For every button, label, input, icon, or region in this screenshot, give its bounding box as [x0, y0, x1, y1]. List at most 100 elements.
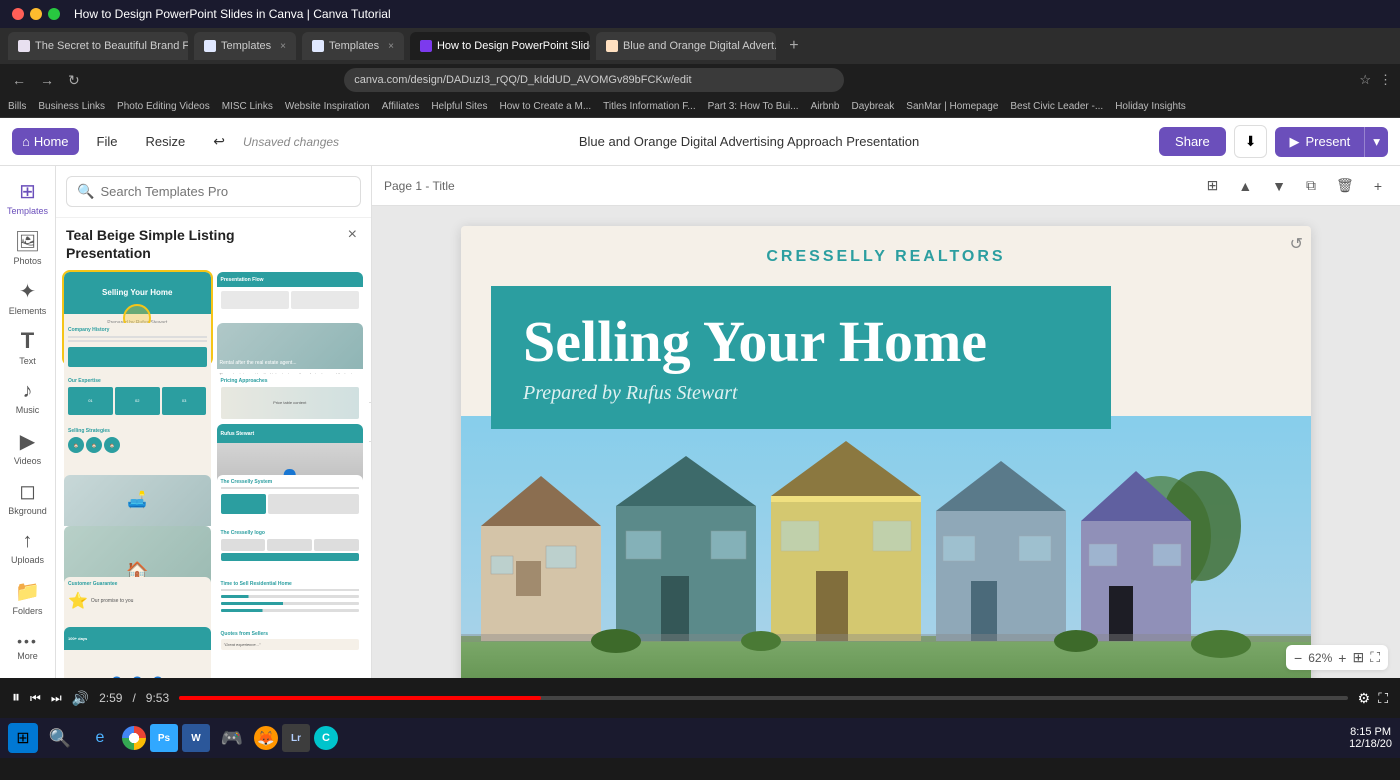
present-button-group: ▶ Present ▾	[1275, 127, 1388, 157]
taskbar-item-lr[interactable]: Lr	[282, 724, 310, 752]
home-menu-button[interactable]: ⌂ Home	[12, 128, 79, 155]
templates-icon: ⊞	[19, 179, 36, 204]
sidebar-item-elements[interactable]: ✦ Elements	[4, 274, 52, 320]
bookmark-photo-editing[interactable]: Photo Editing Videos	[117, 101, 210, 112]
bookmark-best-civic[interactable]: Best Civic Leader -...	[1010, 101, 1103, 112]
zoom-out-button[interactable]: −	[1294, 650, 1302, 666]
prev-button[interactable]: ⏮	[30, 691, 41, 706]
resize-label: Resize	[146, 134, 186, 149]
browser-tab-2[interactable]: Templates ×	[194, 32, 296, 60]
taskbar-item-chrome[interactable]	[122, 726, 146, 750]
slide-content: CRESSELLY REALTORS Selling Your Home Pre…	[461, 226, 1311, 678]
new-tab-button[interactable]: +	[782, 34, 806, 58]
search-icon: 🔍	[77, 183, 94, 200]
music-icon: ♪	[23, 380, 33, 403]
taskbar-item-ps[interactable]: Ps	[150, 724, 178, 752]
template-thumb-16[interactable]: Quotes from Sellers "Great experience...…	[217, 627, 364, 678]
browser-menu-icon[interactable]: ⋮	[1379, 72, 1392, 88]
video-fullscreen-button[interactable]: ⛶	[1378, 690, 1388, 707]
present-button[interactable]: ▶ Present	[1275, 127, 1364, 157]
video-settings-button[interactable]: ⚙	[1358, 690, 1371, 707]
window-controls[interactable]	[12, 8, 60, 20]
search-input[interactable]	[100, 184, 350, 199]
taskbar-item-firefox[interactable]: 🦊	[254, 726, 278, 750]
copy-page-button[interactable]: ⧉	[1300, 173, 1322, 198]
arrow-up-button[interactable]: ▲	[1232, 174, 1258, 198]
resize-menu-button[interactable]: Resize	[136, 128, 196, 155]
tab-2-close[interactable]: ×	[280, 41, 286, 52]
bookmark-part3[interactable]: Part 3: How To Bui...	[708, 101, 799, 112]
delete-page-button[interactable]: 🗑	[1330, 173, 1360, 198]
browser-tab-5[interactable]: Blue and Orange Digital Advert... ×	[596, 32, 776, 60]
minimize-window-btn[interactable]	[30, 8, 42, 20]
sidebar-item-photos[interactable]: 🖼 Photos	[4, 224, 52, 270]
taskbar-item-steam[interactable]: 🎮	[214, 720, 250, 756]
sidebar-item-more[interactable]: ••• More	[4, 624, 52, 670]
bookmark-misc-links[interactable]: MISC Links	[222, 101, 273, 112]
volume-button[interactable]: 🔊	[72, 690, 89, 707]
sidebar-item-templates[interactable]: ⊞ Templates	[4, 174, 52, 220]
forward-button[interactable]: →	[36, 70, 58, 90]
download-button[interactable]: ⬇	[1234, 125, 1268, 158]
fullscreen-button[interactable]: ⛶	[1370, 649, 1380, 666]
taskbar-item-canva[interactable]: C	[314, 726, 338, 750]
tab-3-close[interactable]: ×	[388, 41, 394, 52]
bookmark-affiliates[interactable]: Affiliates	[382, 101, 420, 112]
bookmark-holiday[interactable]: Holiday Insights	[1115, 101, 1186, 112]
page-1-label: Page 1 - Title	[384, 179, 1193, 193]
back-button[interactable]: ←	[8, 70, 30, 90]
bookmark-titles-info[interactable]: Titles Information F...	[603, 101, 695, 112]
sidebar-item-music[interactable]: ♪ Music	[4, 374, 52, 420]
zoom-in-button[interactable]: +	[1338, 650, 1346, 666]
top-menu-bar: ⌂ Home File Resize ↩ Unsaved changes Blu…	[0, 118, 1400, 166]
taskbar-item-search[interactable]: 🔍	[42, 720, 78, 756]
present-dropdown-button[interactable]: ▾	[1364, 127, 1388, 157]
browser-tab-1[interactable]: The Secret to Beautiful Brand Fr... ×	[8, 32, 188, 60]
add-page-button[interactable]: ⊞	[1201, 173, 1225, 198]
close-window-btn[interactable]	[12, 8, 24, 20]
reload-button[interactable]: ↻	[64, 70, 84, 91]
play-pause-button[interactable]: ⏸	[12, 689, 20, 707]
bookmark-website-inspiration[interactable]: Website Inspiration	[285, 101, 370, 112]
sidebar-item-videos[interactable]: ▶ Videos	[4, 424, 52, 470]
start-button[interactable]: ⊞	[8, 723, 38, 753]
arrow-down-button[interactable]: ▼	[1266, 174, 1292, 198]
add-element-button[interactable]: +	[1368, 174, 1388, 198]
share-button[interactable]: Share	[1159, 127, 1226, 156]
houses-svg	[461, 416, 1311, 678]
present-label: Present	[1305, 134, 1350, 149]
file-menu-button[interactable]: File	[87, 128, 128, 155]
bookmark-daybreak[interactable]: Daybreak	[851, 101, 894, 112]
bookmark-sanmar[interactable]: SanMar | Homepage	[906, 101, 998, 112]
browser-tab-4-active[interactable]: How to Design PowerPoint Slides in Canva…	[410, 32, 590, 60]
sidebar-item-text[interactable]: T Text	[4, 324, 52, 370]
url-text: canva.com/design/DADuzI3_rQQ/D_kIddUD_AV…	[354, 74, 691, 86]
taskbar-item-word[interactable]: W	[182, 724, 210, 752]
taskbar-item-edge[interactable]: e	[82, 720, 118, 756]
file-label: File	[97, 134, 118, 149]
search-box[interactable]: 🔍	[66, 176, 361, 207]
bookmark-bills[interactable]: Bills	[8, 101, 26, 112]
sidebar-item-background[interactable]: ◻ Bkground	[4, 474, 52, 520]
canvas-scroll-area[interactable]: ↺ CRESSELLY REALTORS Selling Your Home P…	[372, 206, 1400, 678]
sidebar-item-uploads[interactable]: ↑ Uploads	[4, 524, 52, 570]
template-grid: Selling Your Home Prepared by Rufus Stew…	[56, 266, 371, 678]
template-thumb-15[interactable]: 100+ days 👤 👤 👤	[64, 627, 211, 678]
next-button[interactable]: ⏭	[51, 691, 62, 706]
undo-button[interactable]: ↩	[203, 127, 235, 156]
maximize-window-btn[interactable]	[48, 8, 60, 20]
video-progress-track[interactable]	[179, 696, 1347, 700]
sidebar-item-folders[interactable]: 📁 Folders	[4, 574, 52, 620]
elements-icon: ✦	[19, 279, 36, 304]
bookmark-helpful-sites[interactable]: Helpful Sites	[431, 101, 487, 112]
bookmark-star-icon[interactable]: ☆	[1359, 72, 1371, 88]
bookmark-how-to-create[interactable]: How to Create a M...	[499, 101, 591, 112]
panel-close-button[interactable]: ×	[344, 226, 361, 244]
grid-view-button[interactable]: ⊞	[1352, 649, 1364, 666]
address-box[interactable]: canva.com/design/DADuzI3_rQQ/D_kIddUD_AV…	[344, 68, 844, 92]
bookmark-business-links[interactable]: Business Links	[38, 101, 105, 112]
browser-tab-3[interactable]: Templates ×	[302, 32, 404, 60]
slide-1-canvas[interactable]: ↺ CRESSELLY REALTORS Selling Your Home P…	[461, 226, 1311, 678]
bookmark-airbnb[interactable]: Airbnb	[811, 101, 840, 112]
main-content-area: ⊞ Templates 🖼 Photos ✦ Elements T Text ♪…	[0, 166, 1400, 678]
